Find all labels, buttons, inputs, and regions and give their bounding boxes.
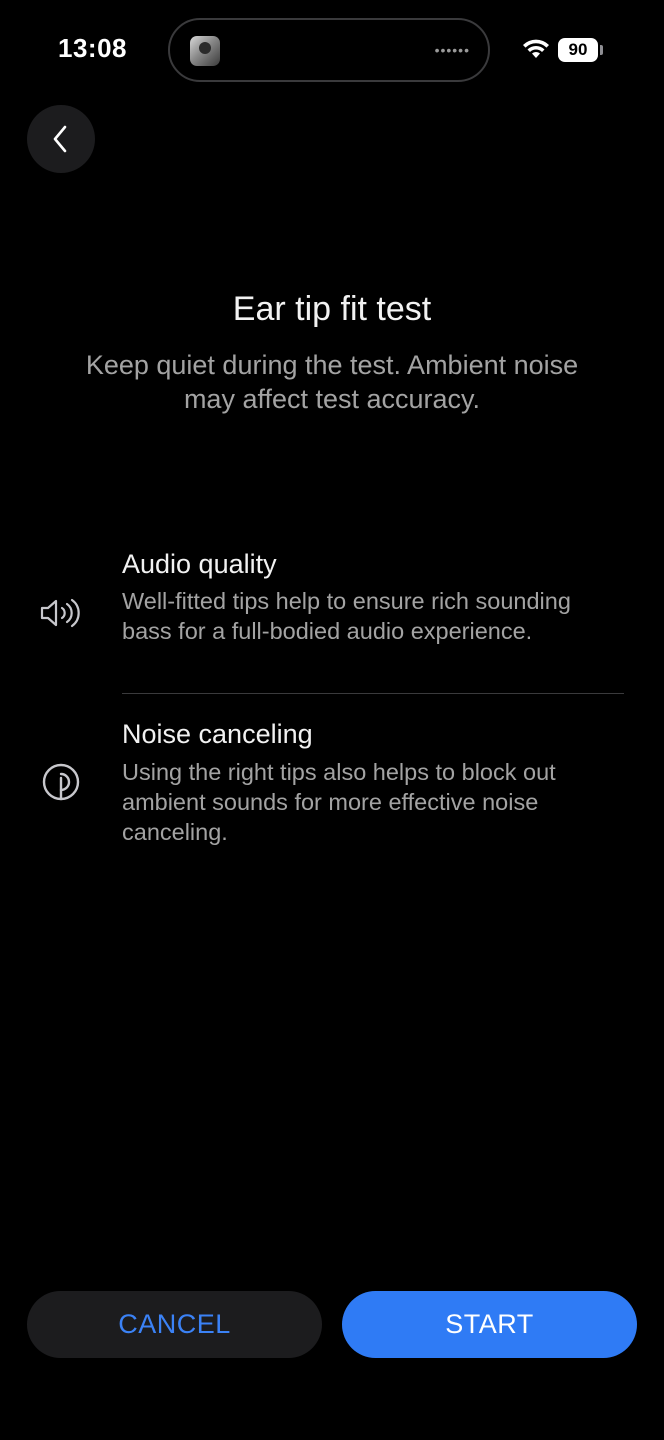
noise-canceling-icon bbox=[38, 759, 84, 805]
status-time: 13:08 bbox=[58, 33, 127, 63]
page-subtitle: Keep quiet during the test. Ambient nois… bbox=[85, 350, 579, 414]
feature-divider bbox=[122, 693, 624, 694]
page-title: Ear tip fit test bbox=[232, 290, 432, 328]
dynamic-island[interactable]: •••••• bbox=[168, 18, 490, 82]
feature-description: Well-fitted tips help to ensure rich sou… bbox=[122, 588, 571, 644]
island-activity-indicator: •••••• bbox=[434, 42, 470, 58]
wifi-icon bbox=[523, 39, 549, 58]
now-playing-artwork bbox=[190, 36, 220, 66]
feature-title: Noise canceling bbox=[122, 719, 313, 749]
speaker-volume-icon bbox=[38, 590, 84, 636]
chevron-left-icon bbox=[53, 125, 67, 153]
cancel-button[interactable]: CANCEL bbox=[27, 1291, 322, 1358]
battery-indicator: 90 bbox=[558, 38, 598, 62]
feature-title: Audio quality bbox=[122, 549, 277, 579]
back-button[interactable] bbox=[27, 105, 95, 173]
start-button[interactable]: START bbox=[342, 1291, 637, 1358]
battery-tip bbox=[600, 45, 603, 55]
feature-description: Using the right tips also helps to block… bbox=[122, 759, 556, 845]
